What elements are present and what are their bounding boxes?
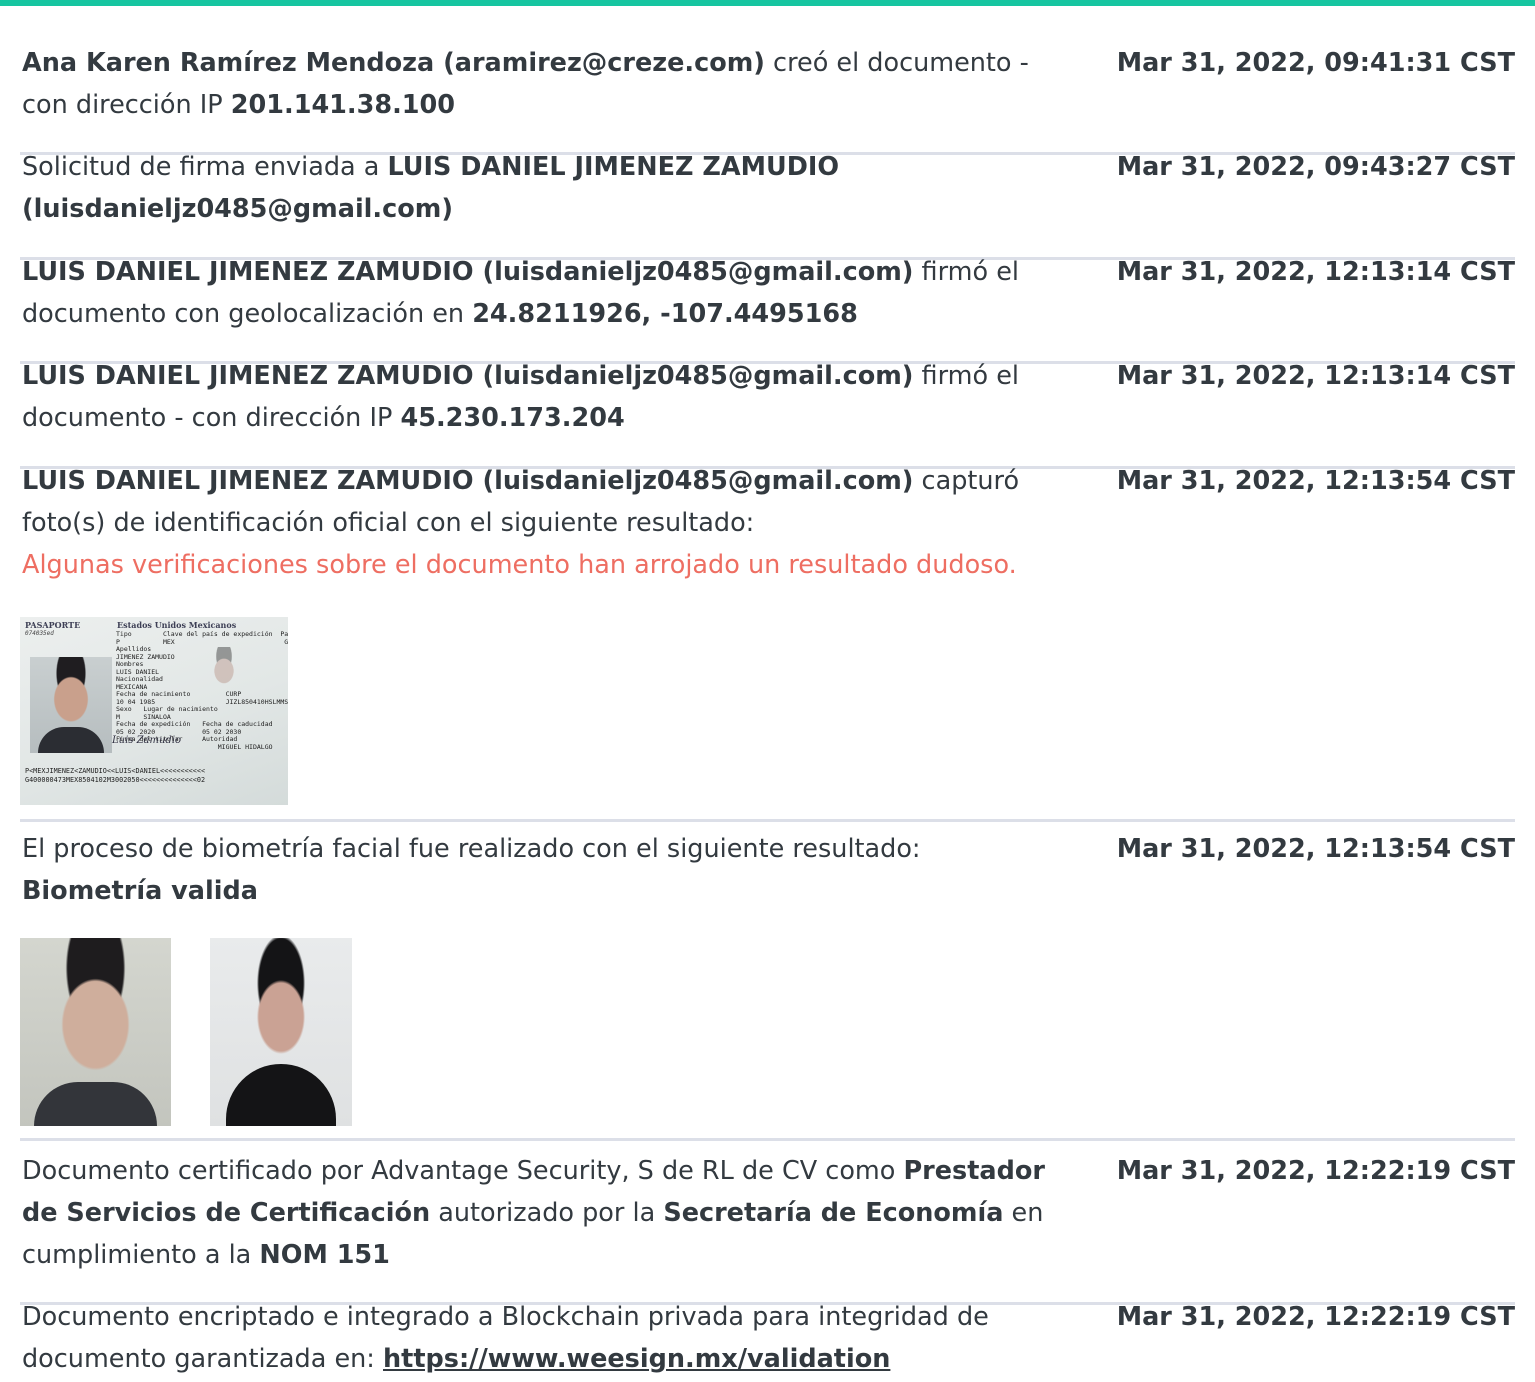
entry-timestamp: Mar 31, 2022, 12:13:14 CST — [1116, 361, 1515, 391]
plain-text: Solicitud de firma enviada a — [22, 152, 388, 182]
entry-text: LUIS DANIEL JIMENEZ ZAMUDIO (luisdanielj… — [22, 251, 1062, 335]
entry-text: Documento encriptado e integrado a Block… — [22, 1296, 1062, 1380]
bold-text: LUIS DANIEL JIMENEZ ZAMUDIO (luisdanielj… — [22, 466, 914, 496]
passport-header: PASAPORTE — [25, 620, 81, 630]
entry-text: El proceso de biometría facial fue reali… — [22, 828, 1062, 912]
plain-text: Documento certificado por Advantage Secu… — [22, 1156, 904, 1186]
entry-timestamp: Mar 31, 2022, 12:22:19 CST — [1116, 1156, 1515, 1186]
entry-text: Solicitud de firma enviada a LUIS DANIEL… — [22, 146, 1062, 230]
passport-face-photo — [30, 657, 112, 753]
entry-text: Documento certificado por Advantage Secu… — [22, 1150, 1062, 1276]
passport-mrz: P<MEXJIMENEZ<ZAMUDIO<<LUIS<DANIEL<<<<<<<… — [25, 767, 206, 784]
bold-text: Secretaría de Economía — [663, 1198, 1004, 1228]
warning-text: Algunas verificaciones sobre el document… — [22, 550, 1017, 580]
id-photo-passport: PASAPORTE Estados Unidos Mexicanos 07403… — [20, 617, 288, 805]
bold-text: LUIS DANIEL JIMENEZ ZAMUDIO (luisdanielj… — [22, 361, 914, 391]
bold-text: Biometría valida — [22, 876, 258, 906]
entry-text: Ana Karen Ramírez Mendoza (aramirez@crez… — [22, 42, 1062, 126]
passport-country: Estados Unidos Mexicanos — [117, 620, 237, 630]
entry-text: LUIS DANIEL JIMENEZ ZAMUDIO (luisdanielj… — [22, 355, 1062, 439]
biometric-selfie-face — [210, 938, 352, 1126]
bold-text: 45.230.173.204 — [400, 403, 625, 433]
bold-text: LUIS DANIEL JIMENEZ ZAMUDIO (luisdanielj… — [22, 257, 914, 287]
top-accent-bar — [0, 0, 1535, 6]
entry-timestamp: Mar 31, 2022, 09:43:27 CST — [1116, 152, 1515, 182]
entry-text: LUIS DANIEL JIMENEZ ZAMUDIO (luisdanielj… — [22, 460, 1062, 586]
plain-text: El proceso de biometría facial fue reali… — [22, 834, 921, 864]
entry-timestamp: Mar 31, 2022, 12:13:14 CST — [1116, 257, 1515, 287]
bold-text: 24.8211926, -107.4495168 — [472, 299, 858, 329]
passport-number: 074035ed — [25, 630, 54, 637]
entry-timestamp: Mar 31, 2022, 09:41:31 CST — [1116, 48, 1515, 78]
separator — [20, 819, 1515, 822]
bold-text: Ana Karen Ramírez Mendoza (aramirez@crez… — [22, 48, 765, 78]
biometric-id-face — [20, 938, 171, 1126]
bold-text: 201.141.38.100 — [230, 90, 456, 120]
validation-link[interactable]: https://www.weesign.mx/validation — [383, 1344, 890, 1374]
bold-text: NOM 151 — [259, 1240, 390, 1270]
entry-timestamp: Mar 31, 2022, 12:13:54 CST — [1116, 466, 1515, 496]
entry-timestamp: Mar 31, 2022, 12:13:54 CST — [1116, 834, 1515, 864]
passport-fields: Tipo Clave del país de expedición Pasapo… — [116, 630, 288, 751]
plain-text: autorizado por la — [430, 1198, 664, 1228]
passport-signature: Luis Zamudio — [112, 735, 182, 746]
entry-timestamp: Mar 31, 2022, 12:22:19 CST — [1116, 1302, 1515, 1332]
separator — [20, 1138, 1515, 1141]
